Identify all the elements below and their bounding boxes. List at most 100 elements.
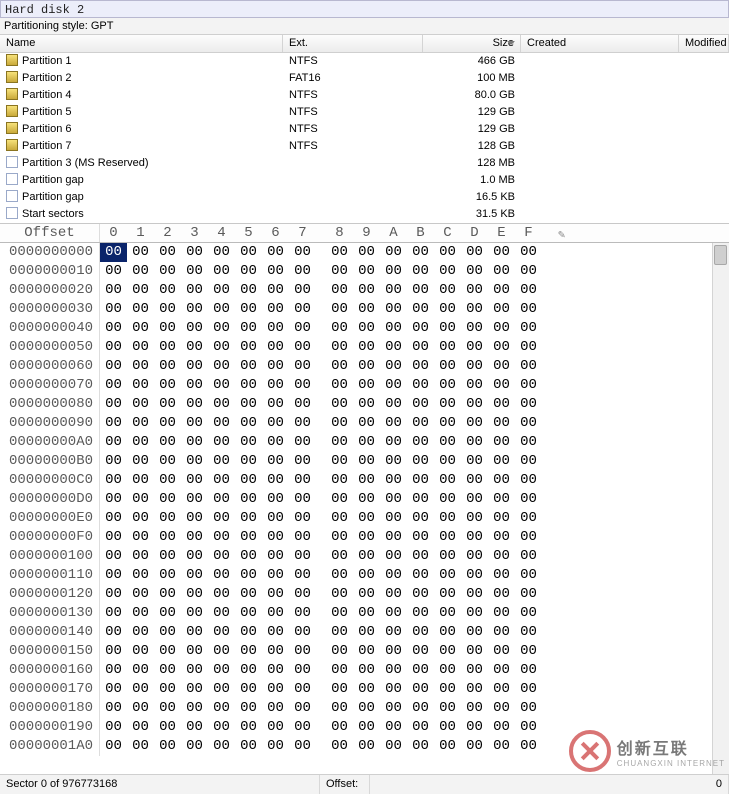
hex-byte[interactable]: 00 xyxy=(353,300,380,319)
hex-byte[interactable]: 00 xyxy=(100,585,127,604)
hex-byte[interactable]: 00 xyxy=(407,718,434,737)
hex-byte[interactable]: 00 xyxy=(100,604,127,623)
hex-ascii[interactable] xyxy=(542,452,712,471)
hex-byte[interactable]: 00 xyxy=(208,642,235,661)
hex-byte[interactable]: 00 xyxy=(127,718,154,737)
hex-ascii[interactable] xyxy=(542,699,712,718)
hex-byte[interactable]: 00 xyxy=(289,452,316,471)
hex-byte[interactable]: 00 xyxy=(289,338,316,357)
hex-ascii[interactable] xyxy=(542,737,712,756)
hex-byte[interactable]: 00 xyxy=(407,300,434,319)
hex-byte[interactable]: 00 xyxy=(515,414,542,433)
hex-byte[interactable]: 00 xyxy=(100,452,127,471)
table-row[interactable]: Partition 5NTFS129 GB xyxy=(0,104,729,121)
hex-byte[interactable]: 00 xyxy=(289,585,316,604)
hex-byte[interactable]: 00 xyxy=(262,623,289,642)
hex-byte[interactable]: 00 xyxy=(208,718,235,737)
hex-byte[interactable]: 00 xyxy=(154,319,181,338)
hex-byte[interactable]: 00 xyxy=(127,243,154,262)
hex-byte[interactable]: 00 xyxy=(289,680,316,699)
hex-byte[interactable]: 00 xyxy=(461,262,488,281)
hex-byte[interactable]: 00 xyxy=(434,718,461,737)
hex-byte[interactable]: 00 xyxy=(434,547,461,566)
hex-byte[interactable]: 00 xyxy=(407,357,434,376)
hex-byte[interactable]: 00 xyxy=(235,661,262,680)
hex-byte[interactable]: 00 xyxy=(181,604,208,623)
hex-byte[interactable]: 00 xyxy=(262,300,289,319)
hex-ascii[interactable] xyxy=(542,490,712,509)
hex-byte[interactable]: 00 xyxy=(154,642,181,661)
hex-byte[interactable]: 00 xyxy=(154,357,181,376)
hex-byte[interactable]: 00 xyxy=(100,547,127,566)
col-created[interactable]: Created xyxy=(521,35,679,52)
hex-byte[interactable]: 00 xyxy=(100,357,127,376)
hex-byte[interactable]: 00 xyxy=(515,661,542,680)
hex-byte[interactable]: 00 xyxy=(515,433,542,452)
hex-byte[interactable]: 00 xyxy=(407,737,434,756)
hex-byte[interactable]: 00 xyxy=(208,414,235,433)
hex-byte[interactable]: 00 xyxy=(208,262,235,281)
hex-byte[interactable]: 00 xyxy=(100,737,127,756)
hex-byte[interactable]: 00 xyxy=(488,262,515,281)
hex-byte[interactable]: 00 xyxy=(434,661,461,680)
hex-byte[interactable]: 00 xyxy=(235,433,262,452)
hex-byte[interactable]: 00 xyxy=(515,680,542,699)
hex-byte[interactable]: 00 xyxy=(181,452,208,471)
hex-ascii[interactable] xyxy=(542,433,712,452)
hex-byte[interactable]: 00 xyxy=(181,699,208,718)
hex-byte[interactable]: 00 xyxy=(488,547,515,566)
hex-byte[interactable]: 00 xyxy=(515,528,542,547)
hex-byte[interactable]: 00 xyxy=(488,433,515,452)
hex-byte[interactable]: 00 xyxy=(181,376,208,395)
hex-ascii[interactable] xyxy=(542,680,712,699)
scrollbar-thumb[interactable] xyxy=(714,245,727,265)
table-row[interactable]: Partition gap1.0 MB xyxy=(0,172,729,189)
hex-ascii[interactable] xyxy=(542,300,712,319)
hex-byte[interactable]: 00 xyxy=(353,604,380,623)
hex-byte[interactable]: 00 xyxy=(434,414,461,433)
hex-byte[interactable]: 00 xyxy=(154,395,181,414)
hex-byte[interactable]: 00 xyxy=(127,737,154,756)
hex-byte[interactable]: 00 xyxy=(208,452,235,471)
hex-byte[interactable]: 00 xyxy=(461,718,488,737)
hex-byte[interactable]: 00 xyxy=(181,490,208,509)
hex-byte[interactable]: 00 xyxy=(488,471,515,490)
hex-byte[interactable]: 00 xyxy=(181,395,208,414)
hex-byte[interactable]: 00 xyxy=(326,243,353,262)
hex-byte[interactable]: 00 xyxy=(208,300,235,319)
hex-byte[interactable]: 00 xyxy=(407,376,434,395)
hex-byte[interactable]: 00 xyxy=(127,471,154,490)
hex-byte[interactable]: 00 xyxy=(434,262,461,281)
hex-byte[interactable]: 00 xyxy=(326,737,353,756)
hex-byte[interactable]: 00 xyxy=(154,718,181,737)
hex-byte[interactable]: 00 xyxy=(461,737,488,756)
hex-byte[interactable]: 00 xyxy=(289,661,316,680)
hex-byte[interactable]: 00 xyxy=(488,414,515,433)
hex-byte[interactable]: 00 xyxy=(353,338,380,357)
hex-byte[interactable]: 00 xyxy=(100,433,127,452)
hex-ascii[interactable] xyxy=(542,338,712,357)
hex-byte[interactable]: 00 xyxy=(154,376,181,395)
hex-byte[interactable]: 00 xyxy=(289,395,316,414)
hex-byte[interactable]: 00 xyxy=(353,680,380,699)
hex-byte[interactable]: 00 xyxy=(262,414,289,433)
hex-byte[interactable]: 00 xyxy=(353,642,380,661)
hex-byte[interactable]: 00 xyxy=(100,243,127,262)
hex-byte[interactable]: 00 xyxy=(326,528,353,547)
hex-byte[interactable]: 00 xyxy=(353,262,380,281)
hex-byte[interactable]: 00 xyxy=(326,338,353,357)
hex-ascii[interactable] xyxy=(542,395,712,414)
hex-byte[interactable]: 00 xyxy=(208,680,235,699)
hex-byte[interactable]: 00 xyxy=(235,528,262,547)
hex-byte[interactable]: 00 xyxy=(262,718,289,737)
hex-byte[interactable]: 00 xyxy=(289,414,316,433)
hex-byte[interactable]: 00 xyxy=(262,680,289,699)
hex-byte[interactable]: 00 xyxy=(100,661,127,680)
hex-byte[interactable]: 00 xyxy=(461,414,488,433)
hex-byte[interactable]: 00 xyxy=(127,585,154,604)
hex-byte[interactable]: 00 xyxy=(380,319,407,338)
hex-byte[interactable]: 00 xyxy=(326,566,353,585)
hex-byte[interactable]: 00 xyxy=(380,281,407,300)
hex-byte[interactable]: 00 xyxy=(353,661,380,680)
hex-byte[interactable]: 00 xyxy=(380,395,407,414)
